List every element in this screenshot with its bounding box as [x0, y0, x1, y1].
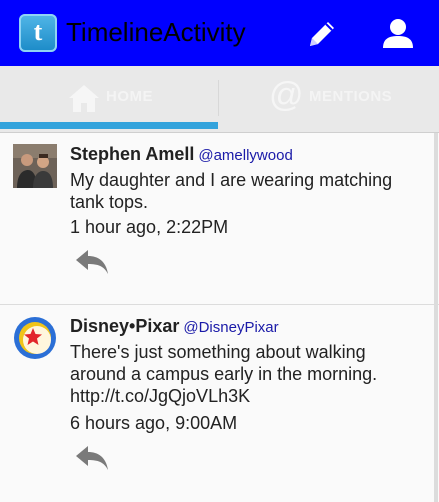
tab-mentions[interactable]: @ MENTIONS [219, 66, 439, 128]
action-bar: t TimelineActivity [0, 0, 439, 66]
scrollbar[interactable] [434, 133, 438, 502]
pencil-icon [310, 22, 334, 46]
tweet-item[interactable]: Stephen Amell @amellywood My daughter and… [0, 133, 439, 305]
avatar[interactable] [13, 144, 57, 188]
home-icon [69, 85, 99, 112]
tweet-timestamp: 1 hour ago, 2:22PM [70, 217, 229, 237]
tab-home[interactable]: HOME [0, 66, 218, 128]
tab-bar: HOME @ MENTIONS [0, 66, 439, 133]
tweet-handle[interactable]: @amellywood [198, 147, 292, 164]
tweet-timestamp: 6 hours ago, 9:00AM [70, 413, 238, 433]
at-sign-icon: @ [269, 76, 304, 114]
compose-button[interactable] [302, 14, 342, 54]
tweet-item[interactable]: Disney•Pixar @DisneyPixar There's just so… [0, 305, 439, 502]
tweet-name[interactable]: Disney•Pixar [70, 316, 179, 336]
app-title: TimelineActivity [66, 17, 246, 47]
tweet-text: My daughter and I are wearing matching t… [70, 170, 393, 212]
tweet-text: There's just something about walking aro… [70, 342, 378, 406]
profile-button[interactable] [378, 14, 418, 54]
reply-button[interactable] [74, 444, 110, 472]
avatar[interactable] [13, 316, 57, 360]
reply-icon [76, 446, 108, 470]
tweet-author: Disney•Pixar @DisneyPixar [70, 316, 279, 337]
tab-mentions-label: MENTIONS [309, 88, 393, 105]
tweet-author: Stephen Amell @amellywood [70, 144, 293, 165]
tab-selected-indicator [0, 122, 218, 129]
tweet-name[interactable]: Stephen Amell [70, 144, 194, 164]
person-icon [383, 19, 413, 48]
twitter-bird-icon[interactable]: t [19, 14, 57, 52]
tab-home-label: HOME [106, 88, 153, 105]
reply-button[interactable] [74, 248, 110, 276]
reply-icon [76, 250, 108, 274]
tweet-handle[interactable]: @DisneyPixar [183, 319, 278, 336]
